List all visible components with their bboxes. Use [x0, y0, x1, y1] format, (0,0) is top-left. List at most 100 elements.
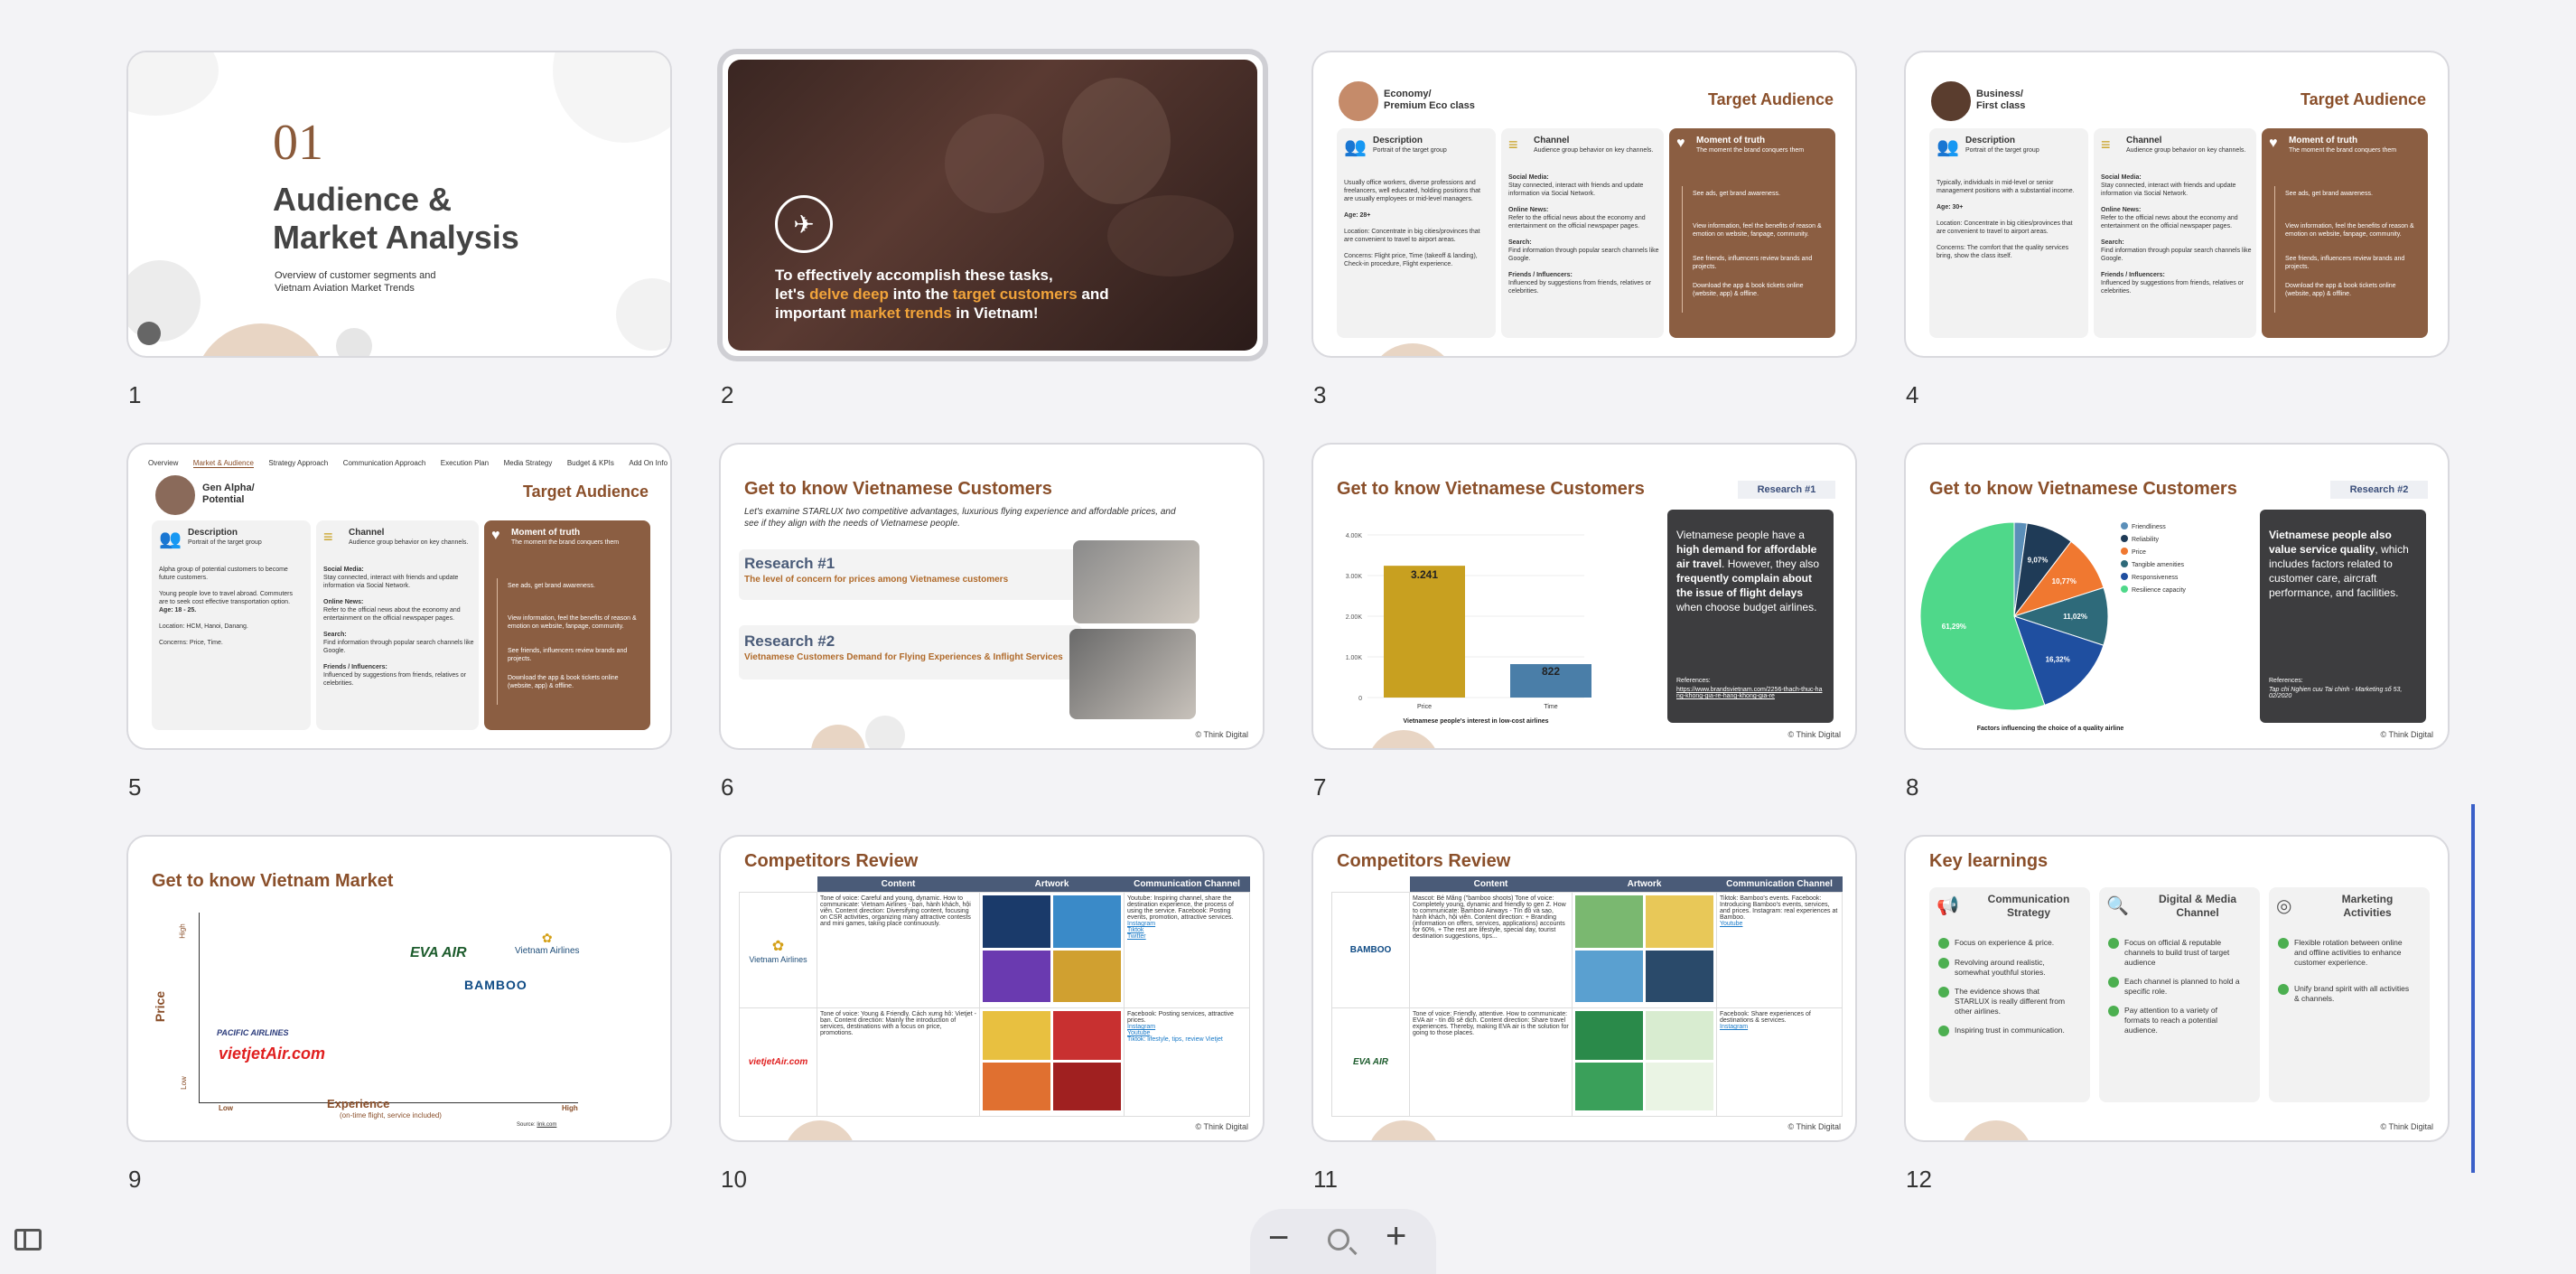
card-subtitle: Portrait of the target group: [188, 539, 262, 546]
panel-divider: [23, 1232, 26, 1248]
list-item: The evidence shows that STARLUX is reall…: [1938, 987, 2083, 1016]
channel-link[interactable]: Youtube: [1720, 921, 1839, 927]
x-tick-label: Price: [1417, 704, 1432, 710]
y-axis-tick: Low: [179, 1076, 188, 1090]
tab-market-audience: Market & Audience: [192, 459, 254, 468]
channel-link[interactable]: Twitter: [1127, 933, 1246, 940]
channel-card: ≡ Channel Audience group behavior on key…: [316, 520, 479, 730]
slide-thumbnail-11[interactable]: Competitors Review Content Artwork Commu…: [1311, 835, 1857, 1142]
desc-text: Alpha group of potential customers to be…: [159, 567, 288, 581]
card-subtitle: The moment the brand conquers them: [511, 539, 620, 546]
slide-thumbnail-8[interactable]: Get to know Vietnamese Customers Researc…: [1904, 443, 2450, 750]
legend-label: Resilience capacity: [2132, 587, 2186, 594]
slice-label: 11,02%: [2063, 613, 2087, 621]
message-line: let's delve deep into the target custome…: [775, 285, 1209, 304]
content-cell: Tone of voice: Young & Friendly. Cách xư…: [817, 1007, 980, 1117]
check-icon: [1938, 958, 1949, 969]
learning-list: Focus on experience & price. Revolving a…: [1938, 938, 2083, 1036]
card-body: Social Media: Stay connected, interact wi…: [1508, 173, 1660, 295]
zoom-in-button[interactable]: +: [1386, 1218, 1406, 1254]
table-row: vietjetAir.com Tone of voice: Young & Fr…: [739, 1007, 1250, 1117]
subtitle-line: Vietnam Aviation Market Trends: [275, 283, 415, 294]
slide-thumbnail-1[interactable]: 01 Audience & Market Analysis Overview o…: [126, 51, 672, 358]
channel-link[interactable]: Tiktok: lifestyle, tips, review Vietjet: [1127, 1036, 1246, 1043]
location-text: Location: Concentrate in big cities/prov…: [1937, 220, 2073, 235]
airplane-icon: ✈: [775, 195, 833, 253]
title-line: Market Analysis: [273, 219, 519, 256]
text-span: in Vietnam!: [951, 304, 1039, 322]
slide-thumbnail-6[interactable]: Get to know Vietnamese Customers Let's e…: [719, 443, 1265, 750]
credit-text: © Think Digital: [2380, 730, 2434, 739]
source-link[interactable]: link.com: [537, 1122, 556, 1128]
slide-thumbnail-4[interactable]: Business/First class Target Audience 👥 D…: [1904, 51, 2450, 358]
artwork-cell: [979, 1007, 1125, 1117]
section-title: Audience & Market Analysis: [273, 181, 519, 257]
channel-label: Friends / Influencers:: [1508, 272, 1573, 278]
decor-circle: [553, 52, 670, 143]
slide-thumbnail-9[interactable]: Get to know Vietnam Market Price High Lo…: [126, 835, 672, 1142]
slide-number: 3: [1313, 381, 1327, 408]
text-span: let's: [775, 286, 810, 303]
slide-number: 6: [721, 773, 734, 801]
research-subtitle: Vietnamese Customers Demand for Flying E…: [744, 652, 1063, 662]
list-item: Each channel is planned to hold a specif…: [2108, 977, 2253, 997]
slide-thumbnail-5[interactable]: Overview Market & Audience Strategy Appr…: [126, 443, 672, 750]
artwork-thumb: [983, 950, 1050, 1002]
text-span: . However, they also: [1722, 557, 1820, 570]
title-line: Strategy: [2006, 906, 2051, 919]
channel-link[interactable]: Instagram: [1127, 1024, 1246, 1030]
panel-icon[interactable]: [14, 1229, 42, 1251]
slide-thumbnail-12[interactable]: Key learnings 📢 Communication Strategy Fo…: [1904, 835, 2450, 1142]
reference-link[interactable]: https://www.brandsvietnam.com/2256-thach…: [1676, 687, 1825, 699]
scrollbar-thumb[interactable]: [2471, 804, 2475, 1173]
channel-link[interactable]: Youtube: [1127, 1030, 1246, 1036]
y-axis: [199, 913, 200, 1102]
logo-pacific-airlines: PACIFIC AIRLINES: [217, 1028, 289, 1037]
slide-number: 5: [128, 773, 142, 801]
check-icon: [1938, 987, 1949, 998]
y-axis-label: Price: [153, 990, 168, 1023]
card-title: Moment of truth: [511, 528, 581, 538]
item-text: Each channel is planned to hold a specif…: [2124, 977, 2240, 996]
title-line: Audience &: [273, 181, 453, 218]
slide-number: 11: [1313, 1166, 1338, 1193]
slide-thumbnail-7[interactable]: Get to know Vietnamese Customers Researc…: [1311, 443, 1857, 750]
age-text: Age: 18 - 25.: [159, 607, 197, 614]
age-text: Age: 30+: [1937, 204, 1964, 211]
insight-text: Vietnamese people also value service qua…: [2269, 528, 2417, 600]
zoom-out-button[interactable]: −: [1268, 1220, 1289, 1256]
zoom-icon[interactable]: [1328, 1229, 1358, 1256]
subtitle-line: Overview of customer segments and: [275, 270, 436, 281]
photo-shape: [945, 114, 1044, 213]
item-text: Inspiring trust in communication.: [1955, 1026, 2065, 1035]
slide-thumbnail-10[interactable]: Competitors Review Content Artwork Commu…: [719, 835, 1265, 1142]
channel-link[interactable]: Tiktok: [1127, 927, 1246, 933]
reference-label: References:: [2269, 678, 2303, 684]
megaphone-icon: 📢: [1937, 896, 1959, 916]
channel-card: ≡ Channel Audience group behavior on key…: [2094, 128, 2256, 338]
age-text: Age: 28+: [1344, 212, 1371, 219]
card-subtitle: Audience group behavior on key channels.: [1534, 147, 1654, 154]
section-subtitle: Overview of customer segments and Vietna…: [275, 269, 436, 295]
legend-label: Tangible amenities: [2132, 562, 2184, 568]
text-span: when choose budget airlines.: [1676, 601, 1817, 614]
column-title: Marketing Activities: [2309, 893, 2426, 920]
title-line: Communication: [1987, 893, 2070, 905]
slide-thumbnail-3[interactable]: Economy/Premium Eco class Target Audienc…: [1311, 51, 1857, 358]
slide-thumbnail-2[interactable]: ✈ To effectively accomplish these tasks,…: [717, 49, 1268, 361]
tab-addon: Add On Info: [629, 459, 668, 467]
zoom-handle: [1349, 1246, 1358, 1256]
list-item: Pay attention to a variety of formats to…: [2108, 1006, 2253, 1035]
channel-text: Find information through popular search …: [1508, 248, 1659, 262]
slice-label: 16,32%: [2046, 655, 2070, 663]
card-subtitle: The moment the brand conquers them: [1696, 147, 1805, 154]
avatar: [1929, 80, 1973, 123]
slide-title: Competitors Review: [1337, 851, 1511, 871]
channel-link[interactable]: Instagram: [1127, 921, 1246, 927]
channel-text: Tiktok: Bamboo's events. Facebook: Intro…: [1720, 895, 1838, 921]
photo-shape: [1062, 78, 1171, 204]
insight-box: Vietnamese people also value service qua…: [2260, 510, 2426, 723]
check-icon: [2278, 938, 2289, 949]
channel-link[interactable]: Instagram: [1720, 1024, 1839, 1030]
logo-eva-air: EVA AIR: [410, 945, 467, 960]
